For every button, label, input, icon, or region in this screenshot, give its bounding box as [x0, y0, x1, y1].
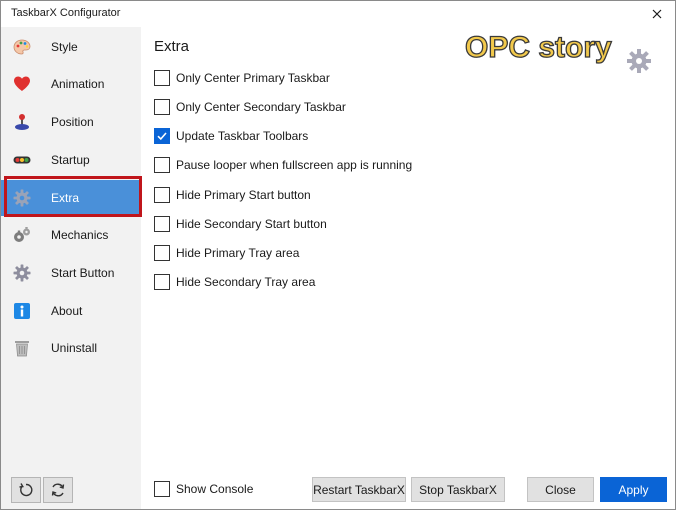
- trash-icon: [13, 339, 31, 357]
- sidebar-item-uninstall[interactable]: Uninstall: [1, 330, 141, 366]
- sidebar-item-label: Mechanics: [51, 228, 109, 242]
- traffic-light-icon: [13, 151, 31, 169]
- sidebar-item-label: About: [51, 304, 83, 318]
- sidebar-item-label: Startup: [51, 153, 90, 167]
- window-title: TaskbarX Configurator: [11, 7, 121, 19]
- restart-taskbarx-button[interactable]: Restart TaskbarX: [312, 477, 406, 502]
- gear-icon: [13, 264, 31, 282]
- info-icon: [13, 302, 31, 320]
- sidebar-item-label: Uninstall: [51, 341, 98, 355]
- title-bar: TaskbarX Configurator: [1, 1, 675, 27]
- sidebar-item-startup[interactable]: Startup: [1, 142, 141, 178]
- close-icon: [652, 9, 662, 19]
- sidebar: Style Animation Position Startup Extra M…: [1, 27, 141, 509]
- option-label: Hide Secondary Start button: [176, 217, 327, 231]
- option-label: Only Center Secondary Taskbar: [176, 100, 346, 114]
- sidebar-item-label: Start Button: [51, 266, 115, 280]
- show-console-label: Show Console: [176, 482, 254, 496]
- option-label: Only Center Primary Taskbar: [176, 71, 330, 85]
- page-title: Extra: [154, 38, 190, 55]
- option-hide-primary-start[interactable]: Hide Primary Start button: [154, 186, 311, 204]
- mechanics-gear-icon: [13, 226, 31, 244]
- option-label: Hide Primary Tray area: [176, 246, 300, 260]
- sidebar-item-position[interactable]: Position: [1, 104, 141, 140]
- watermark-logo: OPC story: [464, 30, 651, 73]
- sidebar-item-animation[interactable]: Animation: [1, 66, 141, 102]
- option-only-center-secondary[interactable]: Only Center Secondary Taskbar: [154, 98, 346, 116]
- option-hide-primary-tray[interactable]: Hide Primary Tray area: [154, 244, 299, 262]
- option-pause-looper-fullscreen[interactable]: Pause looper when fullscreen app is runn…: [154, 156, 412, 174]
- svg-text:OPC story: OPC story: [465, 31, 612, 64]
- sidebar-item-label: Style: [51, 40, 78, 54]
- option-label: Hide Primary Start button: [176, 188, 311, 202]
- option-label: Hide Secondary Tray area: [176, 275, 316, 289]
- palette-icon: [13, 38, 31, 56]
- refresh-button[interactable]: [43, 477, 73, 503]
- undo-button[interactable]: [11, 477, 41, 503]
- option-hide-secondary-tray[interactable]: Hide Secondary Tray area: [154, 273, 315, 291]
- option-only-center-primary[interactable]: Only Center Primary Taskbar: [154, 69, 330, 87]
- checkbox[interactable]: [154, 157, 170, 173]
- checkbox[interactable]: [154, 245, 170, 261]
- option-label: Update Taskbar Toolbars: [176, 129, 309, 143]
- checkbox-checked[interactable]: [154, 128, 170, 144]
- stop-taskbarx-button[interactable]: Stop TaskbarX: [411, 477, 505, 502]
- sidebar-item-start-button[interactable]: Start Button: [1, 255, 141, 291]
- close-window-button[interactable]: [645, 3, 669, 25]
- joystick-icon: [13, 113, 31, 131]
- sidebar-item-label: Position: [51, 115, 94, 129]
- sidebar-item-style[interactable]: Style: [1, 29, 141, 65]
- undo-icon: [19, 483, 33, 497]
- checkbox[interactable]: [154, 274, 170, 290]
- gear-icon: [13, 189, 31, 207]
- checkmark-icon: [157, 132, 167, 141]
- checkbox[interactable]: [154, 481, 170, 497]
- heart-icon: [13, 75, 31, 93]
- refresh-icon: [51, 483, 65, 497]
- checkbox[interactable]: [154, 216, 170, 232]
- checkbox[interactable]: [154, 70, 170, 86]
- option-update-taskbar-toolbars[interactable]: Update Taskbar Toolbars: [154, 127, 308, 145]
- checkbox[interactable]: [154, 99, 170, 115]
- option-label: Pause looper when fullscreen app is runn…: [176, 158, 413, 172]
- configurator-window: TaskbarX Configurator Style Animation Po…: [0, 0, 676, 510]
- apply-button[interactable]: Apply: [600, 477, 667, 502]
- sidebar-item-mechanics[interactable]: Mechanics: [1, 217, 141, 253]
- sidebar-item-extra[interactable]: Extra: [1, 180, 141, 216]
- sidebar-item-label: Extra: [51, 191, 80, 205]
- show-console-toggle[interactable]: Show Console: [154, 480, 253, 498]
- checkbox[interactable]: [154, 187, 170, 203]
- sidebar-item-about[interactable]: About: [1, 293, 141, 329]
- sidebar-item-label: Animation: [51, 77, 105, 91]
- option-hide-secondary-start[interactable]: Hide Secondary Start button: [154, 215, 327, 233]
- close-button[interactable]: Close: [527, 477, 594, 502]
